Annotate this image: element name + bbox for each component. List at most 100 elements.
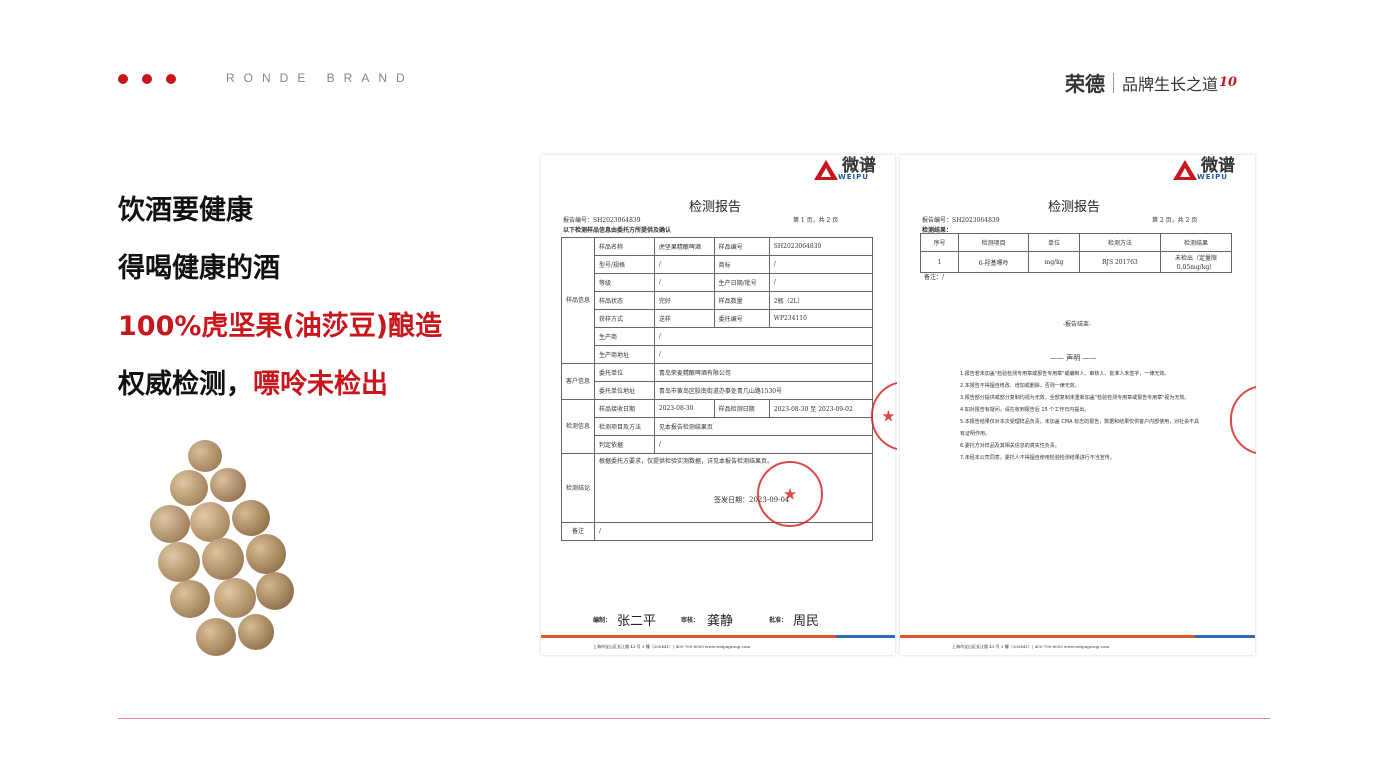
results-table: 序号 检测项目 单位 检测方法 检测结果 1 6-羟基嘌呤 mg/kg RJS …	[920, 233, 1232, 273]
cell: 2023-08-30 至 2023-09-02	[768, 399, 874, 418]
table-row: 生产商地址 /	[562, 345, 874, 364]
cell: 生产日期/批号	[713, 273, 770, 292]
cell: 样品检测日期	[713, 399, 770, 418]
table-row: 1 6-羟基嘌呤 mg/kg RJS 201763 未检出（定量限0.05mg/…	[920, 251, 1232, 273]
cell: SH2023064839	[768, 237, 874, 256]
report-title: 检测报告	[1048, 200, 1101, 215]
cell: 未检出（定量限0.05mg/kg）	[1160, 251, 1232, 273]
weipu-logo-cn: 微谱	[842, 156, 876, 176]
results-remark: 备注：/	[924, 274, 945, 281]
logo-slogan: 品牌生长之道	[1122, 74, 1219, 94]
cell: 样品数量	[713, 291, 770, 310]
table-row: 委托单位地址 青岛市黄岛区胶南街道办事处青几山路1530号	[562, 381, 874, 400]
logo-anniversary: 10	[1219, 75, 1238, 90]
table-row: 检测项目及方法 见本报告检测结果页	[562, 417, 874, 436]
sig-approve: 周民	[793, 614, 820, 629]
cell: 判定依据	[594, 435, 655, 454]
cell: /	[653, 327, 874, 346]
declaration-7: 7.未经本公司同意，委托人不得擅自使用检验检测结果进行不当宣传。	[960, 455, 1115, 461]
declaration-6: 6.委托方对样品及其相关信息的真实性负责。	[960, 443, 1060, 449]
table-row: 生产商 /	[562, 327, 874, 346]
cell: 等级	[594, 273, 655, 292]
cell: /	[653, 345, 874, 364]
seal-stamp-edge	[1230, 385, 1256, 455]
section-client: 客户信息	[560, 363, 596, 400]
cell: /	[768, 273, 874, 292]
report-end: -报告结束-	[1063, 321, 1092, 328]
cell: 样品编号	[713, 237, 770, 256]
table-row: 获样方式 送样 委托编号 WP234110	[562, 309, 874, 328]
headline-4: 权威检测，嘌呤未检出	[118, 362, 388, 401]
section-remark: 备注	[560, 522, 596, 541]
table-row: 客户信息 委托单位 青岛荣麦精酿啤酒有限公司	[560, 363, 874, 400]
cell: mg/kg	[1028, 251, 1080, 273]
declaration-1: 1.报告若未加盖"检验检测专用章或报告专用章"或编制人、审核人、批准人未签字，一…	[960, 371, 1170, 377]
cell: 送样	[653, 309, 715, 328]
cell: 样品名称	[594, 237, 655, 256]
sig-edit-label: 编制：	[593, 617, 612, 624]
cell: 样品接收日期	[594, 399, 655, 418]
report-footer: 上海市宝山区长江路 43 号 3 幢（200441）| 400-700-6005…	[593, 644, 751, 649]
declaration-2: 2.本报告不得擅自修改、增加或删除，否则一律无效。	[960, 383, 1080, 389]
table-row: 判定依据 /	[562, 435, 874, 454]
sig-review-label: 审核：	[681, 617, 700, 624]
cell: 检测项目及方法	[594, 417, 655, 436]
decor-dot-2	[142, 74, 152, 84]
weipu-logo-cn: 微谱	[1201, 156, 1235, 176]
sample-info-table: 样品信息 样品名称 虎坚果精酿啤酒 样品编号 SH2023064839 型号/规格 / 商…	[560, 237, 874, 541]
logo-divider	[1113, 72, 1114, 93]
cell: /	[594, 522, 873, 541]
sig-edit: 张二平	[617, 614, 657, 629]
cell: 完好	[653, 291, 715, 310]
cell: /	[768, 255, 874, 274]
logo-name: 荣德	[1065, 72, 1105, 96]
report-title: 检测报告	[689, 200, 742, 215]
table-header-row: 序号 检测项目 单位 检测方法 检测结果	[920, 233, 1232, 252]
cell: 青岛市黄岛区胶南街道办事处青几山路1530号	[653, 381, 874, 400]
header-cell: 检测方法	[1078, 233, 1162, 252]
cell: /	[653, 255, 715, 274]
section-test: 检测信息	[560, 399, 596, 454]
footer-bar-blue	[836, 635, 895, 638]
report-footer: 上海市宝山区长江路 43 号 3 幢（200441）| 400-700-6005…	[952, 644, 1110, 649]
table-row: 等级 / 生产日期/批号 /	[562, 273, 874, 292]
sig-approve-label: 批准：	[769, 617, 788, 624]
cell: 生产商	[594, 327, 655, 346]
headline-3: 100%虎坚果(油莎豆)酿造	[118, 311, 443, 342]
cell: RJS 201763	[1078, 251, 1162, 273]
table-row: 型号/规格 / 商标 /	[562, 255, 874, 274]
cell: 样品状态	[594, 291, 655, 310]
table-row: 备注 /	[560, 522, 873, 541]
declaration-4: 4.如对报告有疑问，请在收到报告后 15 个工作日内提出。	[960, 407, 1090, 413]
footer-bar-blue	[1195, 635, 1255, 638]
cell: /	[653, 435, 874, 454]
brand-logo: 荣德 品牌生长之道 10	[1065, 68, 1237, 97]
seal-stamp: ★	[757, 461, 823, 527]
report-page: 第 1 页，共 2 页	[793, 217, 839, 224]
cell: 2023-08-30	[653, 399, 715, 418]
tiger-nut-image	[140, 430, 310, 670]
weipu-logo-mark	[814, 160, 838, 180]
cell: 商标	[713, 255, 770, 274]
report-number: 报告编号：SH2023064839	[922, 217, 1000, 224]
cell: 获样方式	[594, 309, 655, 328]
headline-4-a: 权威检测，	[118, 369, 253, 400]
header-cell: 单位	[1028, 233, 1080, 252]
cell: /	[653, 273, 715, 292]
decor-dot-3	[166, 74, 176, 84]
footer-bar-orange	[541, 635, 836, 638]
section-sample: 样品信息	[560, 237, 596, 364]
test-report-page-1: 微谱 WEIPU 检测报告 报告编号：SH2023064839 第 1 页，共 …	[541, 155, 897, 655]
declaration-title: —— 声明 ——	[1050, 354, 1097, 362]
headline-2: 得喝健康的酒	[118, 253, 280, 284]
weipu-logo-mark	[1173, 160, 1197, 180]
report-note: 以下检测样品信息由委托方所提供及确认	[563, 227, 672, 234]
header-cell: 序号	[920, 233, 959, 252]
cell: 委托编号	[713, 309, 770, 328]
decor-dot-1	[118, 74, 128, 84]
cell: 2瓶（2L）	[768, 291, 874, 310]
bottom-divider	[118, 718, 1270, 719]
footer-bar-orange	[900, 635, 1195, 638]
cell: 型号/规格	[594, 255, 655, 274]
cell: 青岛荣麦精酿啤酒有限公司	[653, 363, 874, 382]
